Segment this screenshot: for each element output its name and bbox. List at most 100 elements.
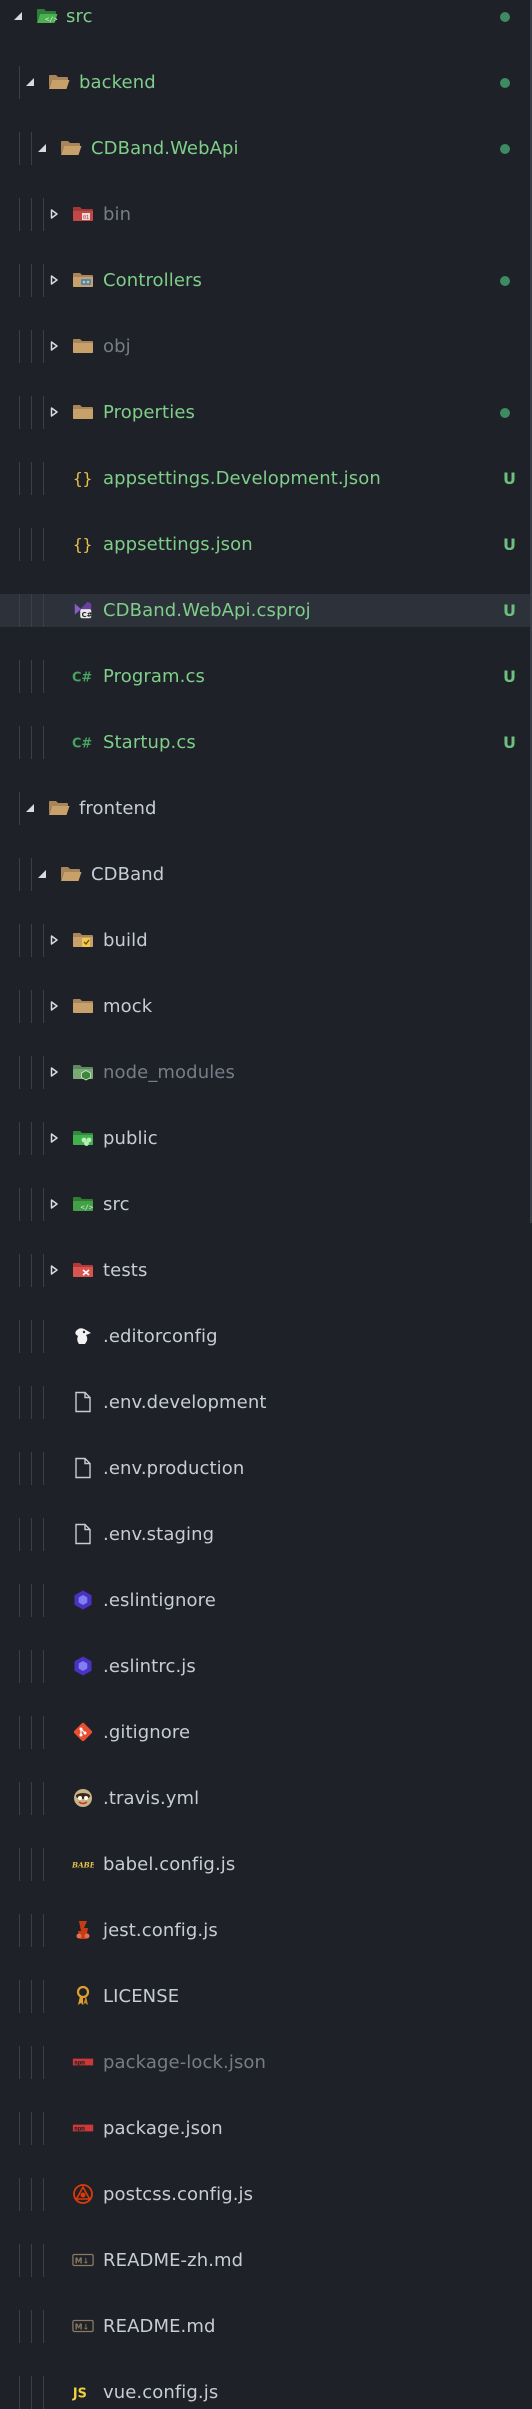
chevron-right-icon[interactable] [48, 1264, 60, 1276]
chevron-down-icon[interactable] [36, 868, 48, 880]
tree-file-readme-md[interactable]: M↓ README.md [0, 2310, 532, 2343]
tree-folder-node-modules[interactable]: node_modules [0, 1056, 532, 1089]
json-braces-icon: {} [72, 533, 94, 555]
tree-file-gitignore[interactable]: .gitignore [0, 1716, 532, 1749]
tree-file-vue-config-js[interactable]: JS vue.config.js [0, 2376, 532, 2409]
indent-guide [43, 396, 44, 429]
folder-build-icon [72, 929, 94, 951]
tree-file-cdband-webapi-csproj[interactable]: C# CDBand.WebApi.csproj U [0, 594, 532, 627]
tree-item-label: README-zh.md [103, 2250, 244, 2271]
tree-file-package-json[interactable]: npm package.json [0, 2112, 532, 2145]
tree-folder-cdband[interactable]: CDBand [0, 858, 532, 891]
indent-guide [43, 264, 44, 297]
indent-guide [19, 2376, 20, 2409]
tree-folder-build[interactable]: build [0, 924, 532, 957]
tree-file-env-staging[interactable]: .env.staging [0, 1518, 532, 1551]
tree-file-env-production[interactable]: .env.production [0, 1452, 532, 1485]
chevron-right-icon[interactable] [48, 406, 60, 418]
tree-file-postcss-config-js[interactable]: postcss.config.js [0, 2178, 532, 2211]
chevron-right-icon[interactable] [48, 1066, 60, 1078]
tree-folder-controllers[interactable]: Controllers [0, 264, 532, 297]
chevron-down-icon[interactable] [24, 76, 36, 88]
indent-guide [19, 528, 20, 561]
tree-folder-frontend[interactable]: frontend [0, 792, 532, 825]
tree-item-label: .env.staging [103, 1524, 215, 1545]
indent-guide [43, 1650, 44, 1683]
indent-guide [31, 858, 32, 891]
tree-item-label: node_modules [103, 1062, 235, 1083]
chevron-right-icon[interactable] [48, 1000, 60, 1012]
tree-file-program-cs[interactable]: C# Program.cs U [0, 660, 532, 693]
indent-guide [19, 1716, 20, 1749]
tree-folder-bin[interactable]: 01 bin [0, 198, 532, 231]
tree-file-appsettings-development-json[interactable]: {} appsettings.Development.json U [0, 462, 532, 495]
indent-guide [19, 1980, 20, 2013]
chevron-down-icon[interactable] [36, 142, 48, 154]
tree-folder-src[interactable]: </> src [0, 1188, 532, 1221]
indent-guide [43, 924, 44, 957]
tree-file-jest-config-js[interactable]: jest.config.js [0, 1914, 532, 1947]
indent-guide [19, 1782, 20, 1815]
chevron-down-icon[interactable] [12, 10, 24, 22]
git-modified-dot [500, 275, 510, 286]
eslint-icon [72, 1655, 94, 1677]
tree-item-label: Startup.cs [103, 732, 196, 753]
tree-folder-src[interactable]: </> src [0, 0, 532, 33]
indent-guide [19, 462, 20, 495]
indent-guide [31, 1320, 32, 1353]
svg-text:M↓: M↓ [75, 2257, 89, 2266]
indent-guide [19, 990, 20, 1023]
indent-guide [43, 1848, 44, 1881]
chevron-right-icon[interactable] [48, 208, 60, 220]
chevron-right-icon[interactable] [48, 934, 60, 946]
tree-folder-public[interactable]: public [0, 1122, 532, 1155]
git-untracked-badge: U [503, 667, 516, 686]
chevron-down-icon[interactable] [24, 802, 36, 814]
tree-file-eslintignore[interactable]: .eslintignore [0, 1584, 532, 1617]
tree-folder-obj[interactable]: obj [0, 330, 532, 363]
indent-guide [43, 1320, 44, 1353]
indent-guide [19, 1386, 20, 1419]
tree-folder-backend[interactable]: backend [0, 66, 532, 99]
svg-text:</>: </> [81, 1204, 94, 1212]
tree-file-editorconfig[interactable]: .editorconfig [0, 1320, 532, 1353]
tree-file-appsettings-json[interactable]: {} appsettings.json U [0, 528, 532, 561]
tree-file-startup-cs[interactable]: C# Startup.cs U [0, 726, 532, 759]
tree-folder-properties[interactable]: Properties [0, 396, 532, 429]
tree-folder-mock[interactable]: mock [0, 990, 532, 1023]
tree-folder-tests[interactable]: tests [0, 1254, 532, 1287]
tree-file-env-development[interactable]: .env.development [0, 1386, 532, 1419]
svg-text:C#: C# [72, 737, 92, 752]
git-modified-dot [500, 143, 510, 154]
tree-file-travis-yml[interactable]: .travis.yml [0, 1782, 532, 1815]
chevron-right-icon[interactable] [48, 340, 60, 352]
chevron-right-icon[interactable] [48, 274, 60, 286]
markdown-icon: M↓ [72, 2249, 94, 2271]
indent-guide [31, 726, 32, 759]
tree-file-package-lock-json[interactable]: npm package-lock.json [0, 2046, 532, 2079]
tree-folder-cdband-webapi[interactable]: CDBand.WebApi [0, 132, 532, 165]
tree-file-eslintrc-js[interactable]: .eslintrc.js [0, 1650, 532, 1683]
tree-file-readme-zh-md[interactable]: M↓ README-zh.md [0, 2244, 532, 2277]
indent-guide [43, 2046, 44, 2079]
indent-guide [19, 594, 20, 627]
svg-text:</>: </> [45, 16, 58, 24]
tree-file-babel-config-js[interactable]: BABEL babel.config.js [0, 1848, 532, 1881]
indent-guide [19, 330, 20, 363]
indent-guide [19, 1584, 20, 1617]
license-icon [72, 1985, 94, 2007]
chevron-right-icon[interactable] [48, 1132, 60, 1144]
tree-item-label: backend [79, 72, 156, 93]
indent-guide [31, 2112, 32, 2145]
indent-guide [31, 1056, 32, 1089]
indent-guide [31, 1848, 32, 1881]
tree-file-license[interactable]: LICENSE [0, 1980, 532, 2013]
indent-guide [19, 792, 20, 825]
indent-guide [19, 1452, 20, 1485]
csharp-icon: C# [72, 731, 94, 753]
chevron-right-icon[interactable] [48, 1198, 60, 1210]
indent-guide [19, 1320, 20, 1353]
tree-item-label: Properties [103, 402, 195, 423]
tree-item-label: .editorconfig [103, 1326, 218, 1347]
indent-guide [43, 528, 44, 561]
